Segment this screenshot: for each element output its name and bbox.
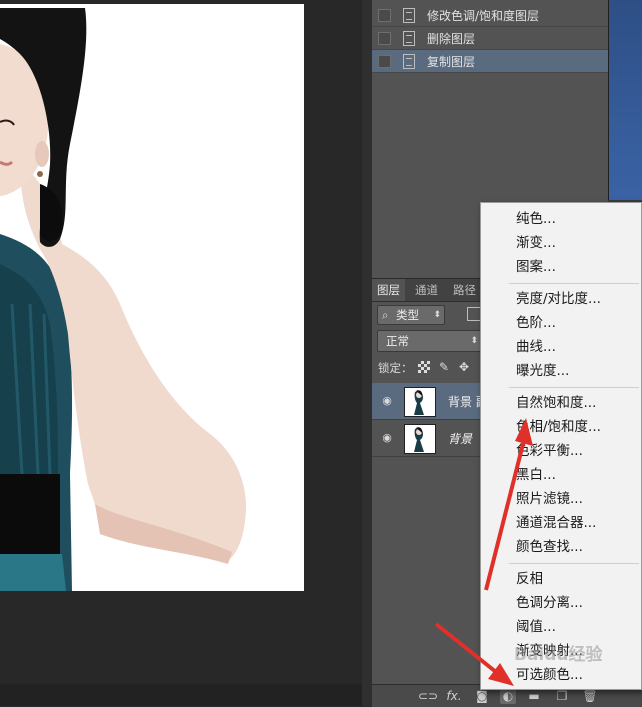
- history-state-icon: [403, 53, 415, 69]
- tab-channels[interactable]: 通道: [410, 279, 443, 301]
- trash-icon[interactable]: 🗑: [582, 688, 598, 704]
- photo-image: [0, 4, 304, 591]
- menu-item-levels[interactable]: 色阶...: [481, 311, 641, 335]
- menu-item-hue-saturation[interactable]: 色相/饱和度...: [481, 415, 641, 439]
- menu-item-label: 图案...: [516, 259, 556, 275]
- updown-arrow-icon: ⬍: [433, 310, 441, 320]
- menu-item-pattern[interactable]: 图案...: [481, 255, 641, 279]
- lock-transparency-icon[interactable]: [418, 361, 430, 373]
- menu-item-invert[interactable]: 反相: [481, 567, 641, 591]
- menu-item-label: 纯色...: [516, 211, 556, 227]
- tab-layers[interactable]: 图层: [372, 279, 405, 301]
- menu-item-curves[interactable]: 曲线...: [481, 335, 641, 359]
- adjustment-icon[interactable]: ◐: [500, 688, 516, 704]
- fx-icon[interactable]: fx.: [446, 688, 462, 704]
- chevron-icon: ⬍: [470, 336, 478, 346]
- status-strip: [0, 684, 362, 706]
- layer-name: 背景: [448, 432, 473, 446]
- history-item-label: 删除图层: [427, 31, 476, 46]
- lock-label: 锁定：: [378, 361, 413, 375]
- menu-item-label: 颜色查找...: [516, 539, 583, 555]
- history-checkbox[interactable]: [378, 8, 391, 22]
- menu-item-solid-color[interactable]: 纯色...: [481, 207, 641, 231]
- menu-item-color-balance[interactable]: 色彩平衡...: [481, 439, 641, 463]
- lock-move-icon[interactable]: ✥: [458, 361, 470, 373]
- adjustment-layer-menu: 纯色... 渐变... 图案... 亮度/对比度... 色阶... 曲线... …: [480, 202, 642, 690]
- menu-separator: [509, 283, 639, 284]
- menu-item-posterize[interactable]: 色调分离...: [481, 591, 641, 615]
- new-layer-icon[interactable]: ❐: [554, 688, 570, 704]
- layer-kind-filter[interactable]: ⌕ 类型 ⬍: [377, 305, 445, 325]
- menu-item-label: 曲线...: [516, 339, 556, 355]
- menu-item-label: 色相/饱和度...: [516, 419, 601, 435]
- visibility-eye-icon[interactable]: ◉: [381, 395, 393, 407]
- menu-item-label: 曝光度...: [516, 363, 570, 379]
- menu-item-channel-mixer[interactable]: 通道混合器...: [481, 511, 641, 535]
- menu-item-label: 渐变...: [516, 235, 556, 251]
- menu-item-label: 色调分离...: [516, 595, 583, 611]
- layer-thumbnail: [404, 387, 436, 417]
- menu-item-black-white[interactable]: 黑白...: [481, 463, 641, 487]
- menu-item-label: 亮度/对比度...: [516, 291, 601, 307]
- menu-item-label: 反相: [516, 571, 543, 587]
- mask-icon[interactable]: ◙: [474, 688, 490, 704]
- history-state-icon: [403, 7, 415, 23]
- menu-separator: [509, 563, 639, 564]
- blend-mode-select[interactable]: 正常 ⬍: [377, 330, 483, 352]
- blend-mode-label: 正常: [386, 334, 409, 348]
- menu-item-label: 色彩平衡...: [516, 443, 583, 459]
- menu-item-gradient[interactable]: 渐变...: [481, 231, 641, 255]
- history-item[interactable]: 修改色调/饱和度图层: [372, 4, 608, 27]
- link-icon[interactable]: ⊂⊃: [418, 688, 438, 704]
- history-item-selected[interactable]: 复制图层: [372, 50, 608, 73]
- menu-item-label: 阈值...: [516, 619, 556, 635]
- menu-item-label: 通道混合器...: [516, 515, 597, 531]
- search-icon: ⌕: [382, 308, 389, 322]
- history-item[interactable]: 删除图层: [372, 27, 608, 50]
- kind-filter-label: 类型: [396, 308, 419, 322]
- menu-item-label: 自然饱和度...: [516, 395, 597, 411]
- menu-item-color-lookup[interactable]: 颜色查找...: [481, 535, 641, 559]
- menu-item-exposure[interactable]: 曝光度...: [481, 359, 641, 383]
- watermark: Baidu经验: [514, 645, 603, 665]
- history-item-label: 复制图层: [427, 54, 476, 69]
- menu-item-vibrance[interactable]: 自然饱和度...: [481, 391, 641, 415]
- canvas-workspace: [0, 0, 362, 706]
- side-panel-strip: [608, 0, 642, 200]
- menu-item-label: 照片滤镜...: [516, 491, 583, 507]
- menu-item-label: 黑白...: [516, 467, 556, 483]
- tab-paths[interactable]: 路径: [448, 279, 481, 301]
- menu-item-threshold[interactable]: 阈值...: [481, 615, 641, 639]
- menu-item-label: 色阶...: [516, 315, 556, 331]
- lock-paint-brush-icon[interactable]: ✎: [438, 361, 450, 373]
- menu-item-photo-filter[interactable]: 照片滤镜...: [481, 487, 641, 511]
- layer-thumbnail: [404, 424, 436, 454]
- document-canvas[interactable]: [0, 4, 304, 591]
- history-checkbox[interactable]: [378, 31, 391, 45]
- menu-item-selective-color[interactable]: 可选颜色...: [481, 663, 641, 687]
- history-state-icon: [403, 30, 415, 46]
- group-icon[interactable]: ▬: [526, 688, 542, 704]
- menu-item-brightness-contrast[interactable]: 亮度/对比度...: [481, 287, 641, 311]
- history-item-label: 修改色调/饱和度图层: [427, 8, 540, 23]
- menu-separator: [509, 387, 639, 388]
- visibility-eye-icon[interactable]: ◉: [381, 432, 393, 444]
- menu-item-label: 可选颜色...: [516, 667, 583, 683]
- history-checkbox[interactable]: [378, 54, 391, 68]
